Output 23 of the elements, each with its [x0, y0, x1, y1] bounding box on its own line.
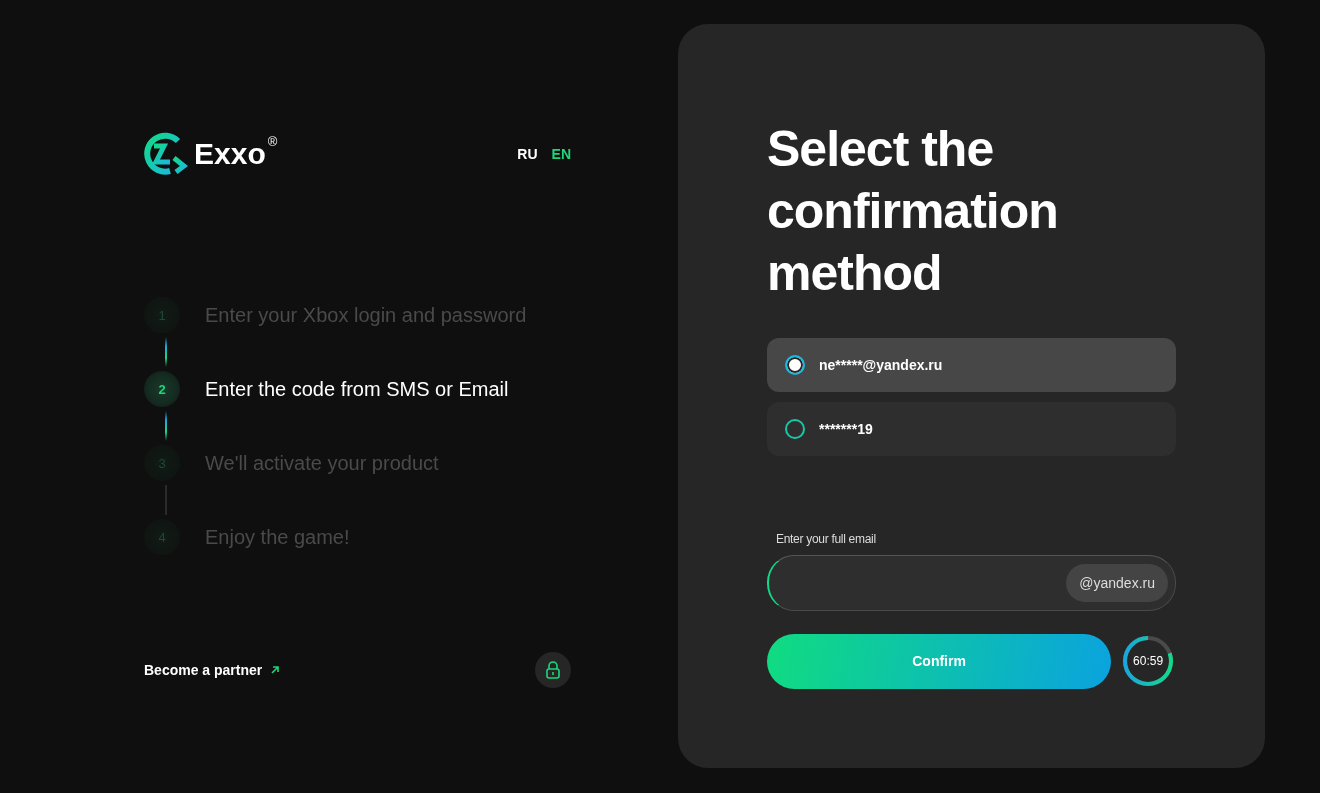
- method-option[interactable]: ne*****@yandex.ru: [767, 338, 1176, 392]
- brand-name: Exxo: [194, 136, 266, 172]
- email-suffix: @yandex.ru: [1066, 564, 1168, 602]
- logo-icon: [144, 132, 188, 176]
- email-field[interactable]: @yandex.ru: [767, 555, 1176, 611]
- step-label: Enter the code from SMS or Email: [205, 377, 509, 401]
- language-option[interactable]: EN: [551, 146, 571, 162]
- partner-link[interactable]: Become a partner: [144, 662, 263, 678]
- lock-button[interactable]: [535, 652, 571, 688]
- arrow-icon: [270, 665, 281, 675]
- step-label: We'll activate your product: [205, 451, 439, 475]
- form-title: Select the confirmation method: [767, 120, 1059, 303]
- email-label: Enter your full email: [776, 532, 877, 546]
- step-number: 2: [144, 371, 180, 407]
- language-option[interactable]: RU: [517, 146, 538, 162]
- method-option[interactable]: *******19: [767, 402, 1176, 456]
- step-label: Enjoy the game!: [205, 525, 350, 549]
- registered-mark: ®: [267, 134, 278, 149]
- option-label: *******19: [819, 421, 873, 437]
- lock-icon: [543, 660, 563, 680]
- option-label: ne*****@yandex.ru: [819, 357, 943, 373]
- timer-text: 60:59: [1133, 654, 1164, 668]
- step-label: Enter your Xbox login and password: [205, 303, 527, 327]
